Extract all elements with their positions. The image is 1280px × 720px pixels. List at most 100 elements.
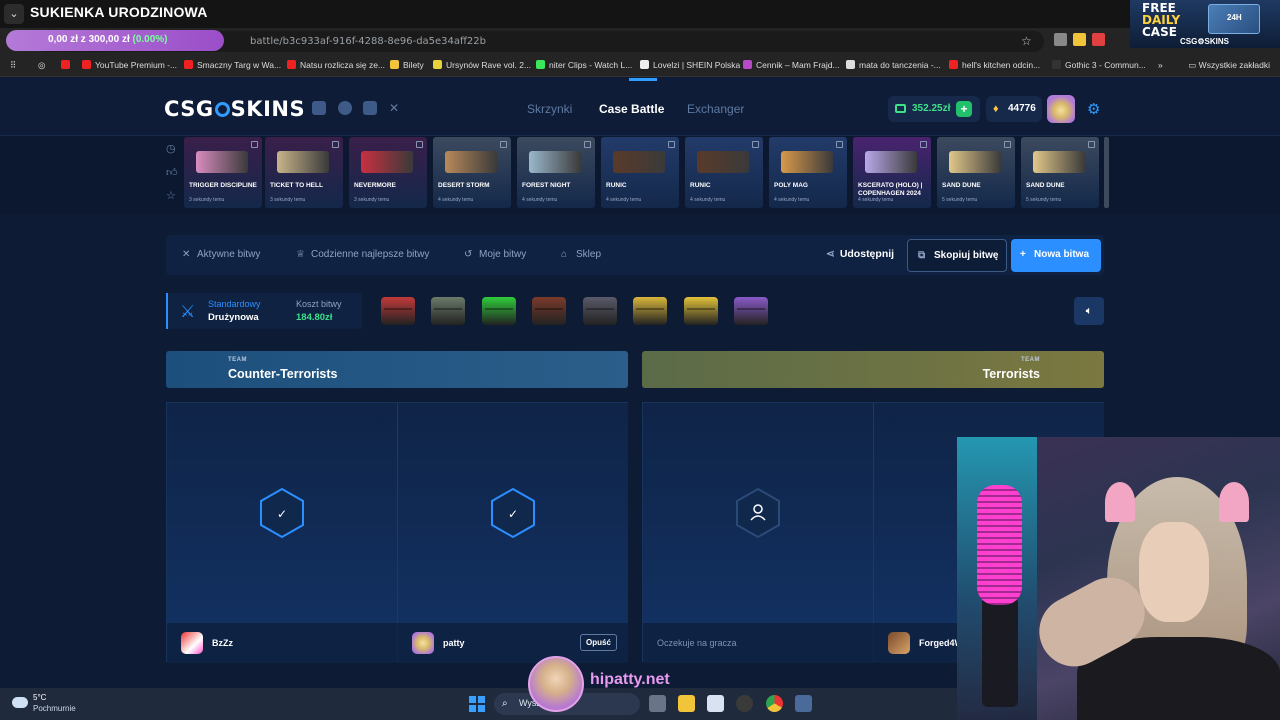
leave-battle-button[interactable]: Opuść: [580, 634, 617, 651]
drop-time: 4 sekundy temu: [774, 197, 810, 203]
wallet-balance[interactable]: 352.25zł +: [888, 96, 980, 122]
nav-exchanger[interactable]: Exchanger: [687, 102, 744, 116]
bookmark-star-icon[interactable]: ☆: [1021, 34, 1032, 48]
chrome-icon[interactable]: [766, 695, 783, 712]
bookmark-item[interactable]: Bilety: [390, 60, 424, 70]
daily-best-label: Codzienne najlepsze bitwy: [311, 249, 430, 260]
drop-card[interactable]: SAND DUNE 5 sekundy temu: [937, 137, 1015, 208]
youtube-icon[interactable]: [61, 60, 74, 70]
discord-icon[interactable]: [312, 101, 326, 115]
gems-balance[interactable]: ♦ 44776: [986, 96, 1042, 122]
bookmark-item[interactable]: niter Clips - Watch L...: [536, 60, 632, 70]
skin-image: [613, 151, 665, 173]
skin-image: [277, 151, 329, 173]
weather-desc: Pochmurnie: [33, 704, 76, 713]
search-icon: ⌕: [502, 698, 508, 709]
skin-image: [196, 151, 248, 173]
bookmark-item[interactable]: mata do tanczenia -...: [846, 60, 941, 70]
player-footer: patty Opuść: [398, 623, 628, 663]
drop-card[interactable]: NEVERMORE 3 sekundy temu: [349, 137, 427, 208]
settings-gear-icon[interactable]: ⚙: [1087, 100, 1100, 118]
user-placeholder-icon: [736, 487, 780, 539]
active-battles-link[interactable]: ✕ Aktywne bitwy: [182, 249, 260, 260]
extension-icon[interactable]: [1054, 33, 1067, 46]
drop-card[interactable]: RUNIC 4 sekundy temu: [685, 137, 763, 208]
nav-case-battle[interactable]: Case Battle: [599, 102, 664, 116]
star-icon[interactable]: ☆: [166, 189, 176, 202]
player-slot[interactable]: [643, 403, 873, 623]
bookmark-icon[interactable]: ◎: [38, 60, 45, 71]
apps-grid-icon[interactable]: ⠿: [10, 60, 16, 71]
drop-card[interactable]: POLY MAG 4 sekundy temu: [769, 137, 847, 208]
instagram-icon[interactable]: [363, 101, 377, 115]
ad-box-label: 24H: [1227, 13, 1242, 22]
bookmark-item[interactable]: Gothic 3 - Commun...: [1052, 60, 1146, 70]
sound-toggle-speaker-icon[interactable]: 🔈︎: [1074, 297, 1104, 325]
shop-link[interactable]: ⌂ Sklep: [561, 249, 601, 260]
daily-best-battles-link[interactable]: ♕ Codzienne najlepsze bitwy: [296, 249, 429, 260]
all-bookmarks[interactable]: ▭ Wszystkie zakładki: [1188, 60, 1270, 71]
bookmark-item[interactable]: Natsu rozlicza się ze...: [287, 60, 385, 70]
live-drops-bar: ◷ 👍︎ ☆ TRIGGER DISCIPLINE 3 sekundy temu T…: [0, 136, 1280, 214]
bookmark-item[interactable]: Ursynów Rave vol. 2...: [433, 60, 531, 70]
file-explorer-icon[interactable]: [678, 695, 695, 712]
site-logo[interactable]: CSG SKINS: [164, 97, 305, 121]
weather-temp: 5°C: [33, 693, 47, 702]
battle-case-icon[interactable]: [381, 297, 415, 325]
battle-case-icon[interactable]: [532, 297, 566, 325]
app-icon[interactable]: [736, 695, 753, 712]
bookmark-item[interactable]: hell's kitchen odcin...: [949, 60, 1040, 70]
drop-card[interactable]: DESERT STORM 4 sekundy temu: [433, 137, 511, 208]
daily-case-ad[interactable]: FREE DAILY CASE 24H CSG⚙SKINS: [1130, 0, 1280, 48]
bookmark-item[interactable]: Lovelzi | SHEIN Polska: [640, 60, 740, 70]
facebook-icon[interactable]: [338, 101, 352, 115]
windows-start-icon[interactable]: [469, 696, 485, 712]
swords-icon: ✕: [182, 249, 191, 260]
bookmark-item[interactable]: Cennik – Mam Frajd...: [743, 60, 840, 70]
cloud-icon[interactable]: [12, 697, 28, 708]
battle-case-icon[interactable]: [734, 297, 768, 325]
drop-time: 5 sekundy temu: [1026, 197, 1062, 203]
drop-info-icon: [584, 141, 591, 148]
cost-label: Koszt bitwy: [296, 299, 342, 309]
drop-skin-name: RUNIC: [606, 182, 627, 189]
battle-case-icon[interactable]: [431, 297, 465, 325]
battle-case-icon[interactable]: [482, 297, 516, 325]
battle-case-icon[interactable]: [633, 297, 667, 325]
user-avatar[interactable]: [1047, 95, 1075, 123]
share-button[interactable]: ⋖ Udostępnij: [826, 248, 894, 260]
thumbs-up-icon[interactable]: 👍︎: [166, 166, 178, 179]
drop-card[interactable]: SAND DUNE 5 sekundy temu: [1021, 137, 1099, 208]
drop-card[interactable]: KSCERATO (HOLO) | COPENHAGEN 2024 4 sekun…: [853, 137, 931, 208]
clock-icon[interactable]: ◷: [166, 142, 176, 155]
battle-case-icon[interactable]: [684, 297, 718, 325]
mode-type: Standardowy: [208, 299, 261, 309]
new-battle-button[interactable]: + Nowa bitwa: [1011, 239, 1101, 272]
bookmark-item[interactable]: Smaczny Targ w Wa...: [184, 60, 281, 70]
player-name: patty: [443, 638, 465, 648]
skin-image: [781, 151, 833, 173]
cat-ear-headphone: [1105, 482, 1135, 522]
more-bookmarks-chevron-icon[interactable]: »: [1158, 60, 1163, 70]
copy-battle-button[interactable]: ⧉ Skopiuj bitwę: [907, 239, 1007, 272]
drop-skin-name: DESERT STORM: [438, 182, 490, 189]
store-icon[interactable]: [707, 695, 724, 712]
nav-cases[interactable]: Skrzynki: [527, 102, 572, 116]
drop-card[interactable]: TRIGGER DISCIPLINE 3 sekundy temu: [184, 137, 262, 208]
tab-search-chevron-icon[interactable]: ⌄: [4, 4, 24, 24]
extension-icon[interactable]: [1073, 33, 1086, 46]
drop-card[interactable]: TICKET TO HELL 3 sekundy temu: [265, 137, 343, 208]
bookmark-item[interactable]: YouTube Premium -...: [82, 60, 177, 70]
task-view-icon[interactable]: [649, 695, 666, 712]
cost-value: 184.80zł: [296, 312, 333, 323]
settings-gear-icon[interactable]: [795, 695, 812, 712]
team-ct-name: Counter-Terrorists: [228, 367, 338, 381]
extension-icon[interactable]: [1092, 33, 1105, 46]
drop-card[interactable]: RUNIC 4 sekundy temu: [601, 137, 679, 208]
x-twitter-icon[interactable]: ✕: [389, 101, 403, 115]
deposit-plus-button[interactable]: +: [956, 101, 972, 117]
drop-skin-name: POLY MAG: [774, 182, 808, 189]
drop-card[interactable]: FOREST NIGHT 4 sekundy temu: [517, 137, 595, 208]
battle-case-icon[interactable]: [583, 297, 617, 325]
my-battles-link[interactable]: ↺ Moje bitwy: [464, 249, 526, 260]
